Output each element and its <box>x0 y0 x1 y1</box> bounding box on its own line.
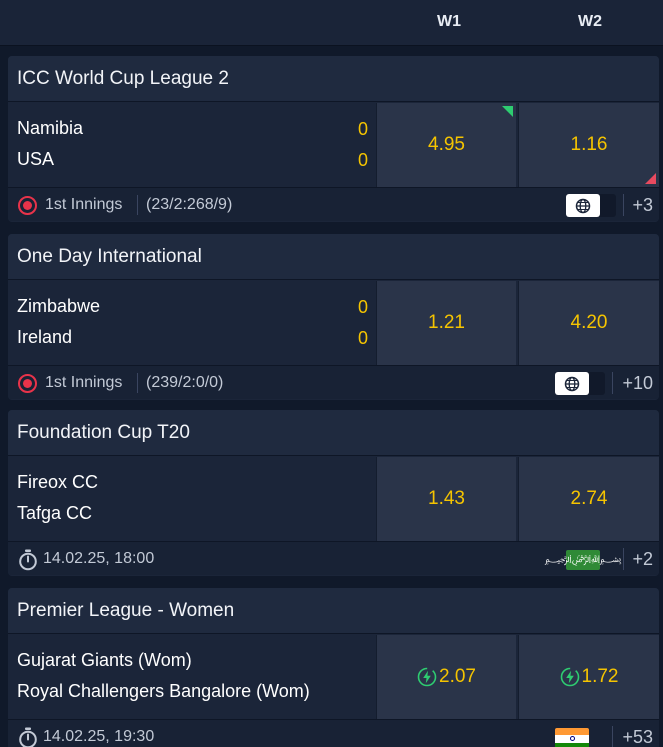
more-markets-button[interactable]: +2 <box>632 549 653 570</box>
team1-name: Namibia <box>17 118 84 138</box>
india-flag-icon <box>555 728 589 747</box>
live-indicator-icon <box>18 196 37 215</box>
divider <box>612 372 613 394</box>
divider <box>612 726 613 747</box>
event-footer: 1st Innings (23/2:268/9) +3 <box>8 187 659 221</box>
w1-odds-button[interactable]: 2.07 <box>376 635 516 719</box>
divider <box>623 194 624 216</box>
team2-score: 0 <box>357 328 368 348</box>
stream-button[interactable] <box>555 372 605 395</box>
match-detail: (23/2:268/9) <box>146 196 233 213</box>
team1-name: Fireox CC <box>17 472 99 492</box>
team1-score: 0 <box>357 297 368 317</box>
more-markets-button[interactable]: +10 <box>622 373 653 394</box>
w1-column-label: W1 <box>437 13 461 30</box>
w2-odds-button[interactable]: 4.20 <box>518 281 659 365</box>
match-row[interactable]: Fireox CC Tafga CC 1.43 2.74 <box>8 457 659 541</box>
match-stage: 1st Innings <box>45 374 123 391</box>
team2-name: USA <box>17 149 55 169</box>
event-card: One Day International Zimbabwe Ireland 0… <box>8 234 659 400</box>
w1-odds-button[interactable]: 4.95 <box>376 103 516 187</box>
w1-odds-value: 4.95 <box>428 134 465 155</box>
match-detail: (239/2:0/0) <box>146 374 224 391</box>
league-header[interactable]: Premier League - Women <box>8 588 659 634</box>
league-header[interactable]: One Day International <box>8 234 659 280</box>
live-indicator-icon <box>18 374 37 393</box>
globe-icon <box>575 198 591 213</box>
more-markets-button[interactable]: +53 <box>622 727 653 747</box>
match-row[interactable]: Namibia USA 0 0 4.95 1.16 <box>8 103 659 187</box>
divider <box>137 195 138 215</box>
w2-odds-value: 1.16 <box>570 134 608 155</box>
w2-odds-button[interactable]: 1.72 <box>518 635 659 719</box>
team1-name: Gujarat Giants (Wom) <box>17 650 192 670</box>
globe-icon <box>564 376 580 391</box>
event-footer: 14.02.25, 19:30 +53 <box>8 719 659 747</box>
team1-score: 0 <box>357 119 368 139</box>
team2-name: Royal Challengers Bangalore (Wom) <box>17 681 310 701</box>
match-row[interactable]: Zimbabwe Ireland 0 0 1.21 4.20 <box>8 281 659 365</box>
w2-odds-value: 4.20 <box>570 312 608 333</box>
odds-up-indicator-icon <box>502 106 513 117</box>
league-header[interactable]: ICC World Cup League 2 <box>8 56 659 102</box>
league-title: Premier League - Women <box>17 600 235 621</box>
stopwatch-icon <box>19 727 37 747</box>
w1-odds-button[interactable]: 1.43 <box>376 457 516 541</box>
league-header[interactable]: Foundation Cup T20 <box>8 410 659 456</box>
w1-odds-value: 2.07 <box>439 666 476 687</box>
team1-name: Zimbabwe <box>17 296 101 316</box>
odds-down-indicator-icon <box>645 173 656 184</box>
stream-button[interactable] <box>566 194 616 217</box>
w2-odds-value: 2.74 <box>570 488 608 509</box>
event-card: Premier League - Women Gujarat Giants (W… <box>8 588 659 747</box>
match-row[interactable]: Gujarat Giants (Wom) Royal Challengers B… <box>8 635 659 719</box>
team2-name: Ireland <box>17 327 73 347</box>
w1-odds-button[interactable]: 1.21 <box>376 281 516 365</box>
match-datetime: 14.02.25, 19:30 <box>43 728 155 745</box>
saudi-flag-icon: ﷽ <box>545 550 621 570</box>
w2-odds-value: 1.72 <box>581 666 619 687</box>
stopwatch-icon <box>19 549 37 571</box>
divider <box>623 548 624 570</box>
event-card: Foundation Cup T20 Fireox CC Tafga CC 1.… <box>8 410 659 576</box>
event-footer: 1st Innings (239/2:0/0) +10 <box>8 365 659 399</box>
w1-odds-value: 1.21 <box>428 312 465 333</box>
w2-odds-button[interactable]: 1.16 <box>518 103 659 187</box>
league-title: Foundation Cup T20 <box>17 422 190 443</box>
event-card: ICC World Cup League 2 Namibia USA 0 0 4… <box>8 56 659 222</box>
league-title: ICC World Cup League 2 <box>17 68 229 89</box>
boost-lightning-icon <box>417 667 437 687</box>
more-markets-button[interactable]: +3 <box>632 195 653 216</box>
team2-name: Tafga CC <box>17 503 93 523</box>
team2-score: 0 <box>357 150 368 170</box>
w2-column-label: W2 <box>578 13 602 30</box>
league-title: One Day International <box>17 246 202 267</box>
boost-lightning-icon <box>560 667 579 687</box>
event-footer: 14.02.25, 18:00 ﷽ +2 <box>8 541 659 575</box>
w2-odds-button[interactable]: 2.74 <box>518 457 659 541</box>
match-datetime: 14.02.25, 18:00 <box>43 550 155 567</box>
match-stage: 1st Innings <box>45 196 123 213</box>
odds-header: W1 W2 <box>0 0 663 46</box>
divider <box>137 373 138 393</box>
w1-odds-value: 1.43 <box>428 488 465 509</box>
